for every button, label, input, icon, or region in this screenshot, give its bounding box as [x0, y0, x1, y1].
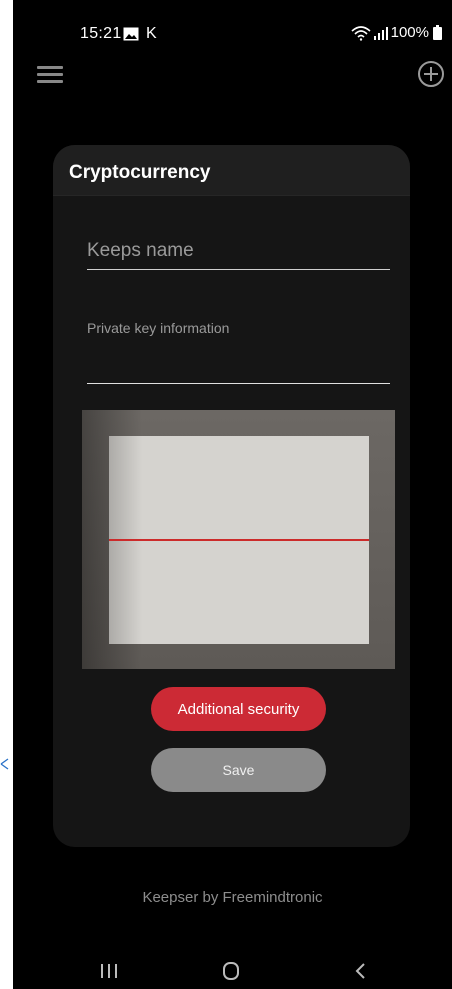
private-key-label: Private key information [87, 320, 230, 336]
save-button[interactable]: Save [151, 748, 326, 792]
phone-screen: 15:21 K 100% Cryptocurrency Keeps name P… [13, 0, 452, 989]
status-bar: 15:21 K 100% [13, 0, 452, 60]
battery-percent: 100% [390, 24, 429, 41]
additional-security-button[interactable]: Additional security [151, 687, 326, 731]
signal-icon [373, 26, 388, 40]
battery-icon [433, 25, 442, 40]
system-navigation-bar [13, 950, 452, 989]
status-right-group: 100% [351, 24, 442, 41]
status-carrier-letter: K [146, 25, 157, 42]
keeps-name-input[interactable]: Keeps name [87, 237, 390, 270]
edge-arrow-icon [0, 758, 9, 770]
circle-plus-icon[interactable] [416, 59, 446, 89]
wifi-icon [351, 25, 371, 41]
status-time: 15:21 [80, 25, 122, 42]
dialog-title: Cryptocurrency [69, 162, 211, 183]
hamburger-menu-icon[interactable] [37, 64, 63, 86]
camera-scan-preview[interactable] [82, 410, 395, 669]
footer-brand-text: Keepser by Freemindtronic [142, 889, 323, 906]
back-icon[interactable] [353, 962, 369, 980]
gallery-icon [123, 27, 139, 41]
app-bar [13, 56, 452, 96]
dialog-header: Cryptocurrency [53, 145, 410, 196]
cryptocurrency-dialog: Cryptocurrency Keeps name Private key in… [53, 145, 410, 847]
private-key-input[interactable] [87, 345, 390, 384]
scan-line [109, 539, 369, 541]
home-icon[interactable] [221, 961, 241, 981]
recents-icon[interactable] [98, 962, 120, 980]
